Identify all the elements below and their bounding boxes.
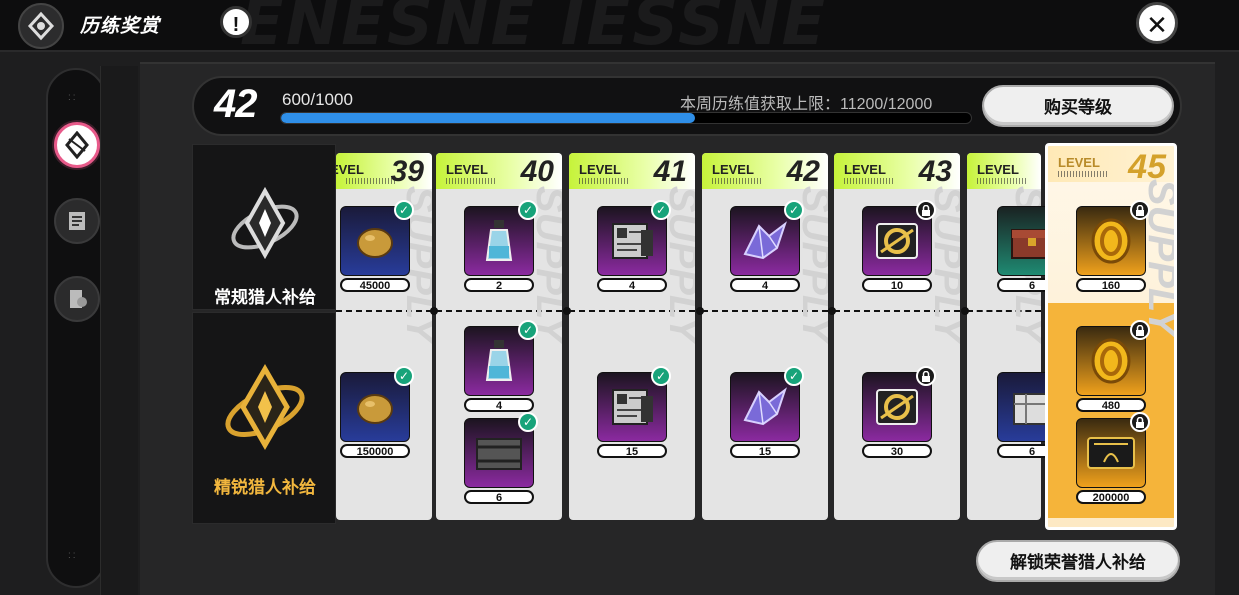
xp-progress-text: 600/1000 (282, 90, 353, 109)
elite-supply-emblem-icon (225, 364, 305, 450)
barcode-decoration (579, 178, 629, 184)
reward-quantity: 15 (597, 444, 667, 458)
barcode-decoration (712, 178, 762, 184)
level-word: LEVEL (336, 162, 364, 177)
reward-quantity: 10 (862, 278, 932, 292)
reward-quantity: 15 (730, 444, 800, 458)
xp-fill (281, 113, 695, 123)
exclamation-icon: ! (232, 14, 240, 36)
claimed-check-icon: ✓ (518, 412, 538, 432)
barcode-decoration (977, 178, 1027, 184)
barcode-decoration (446, 178, 496, 184)
buy-level-button[interactable]: 购买等级 (982, 85, 1174, 127)
level-word: LEVEL (712, 162, 754, 177)
xp-track (280, 112, 972, 124)
level-number: 41 (653, 155, 687, 188)
top-bar: ENESNE IESSNE (0, 0, 1239, 60)
column-separator-dot (563, 307, 571, 315)
barcode-decoration (1058, 171, 1108, 177)
lock-icon (1130, 200, 1150, 220)
close-button[interactable]: ✕ (1136, 2, 1178, 44)
nav-book[interactable] (54, 276, 100, 322)
column-separator-dot (430, 307, 438, 315)
page-title: 历练奖赏 (80, 16, 161, 37)
level-number: 40 (520, 155, 554, 188)
lock-icon (916, 200, 936, 220)
reward-quantity: 160 (1076, 278, 1146, 292)
rail-grip-top: :: (68, 92, 78, 103)
reward-quantity: 200000 (1076, 490, 1146, 504)
elite-row-header: 精锐猎人补给 (192, 312, 336, 524)
claimed-check-icon: ✓ (784, 366, 804, 386)
regular-row-header: 常规猎人补给 (192, 144, 336, 310)
side-strip (100, 66, 138, 595)
nav-pass-rewards[interactable] (54, 122, 100, 168)
game-logo-icon (18, 3, 64, 49)
level-number: 42 (786, 155, 820, 188)
weekly-cap-text: 本周历练值获取上限：11200/12000 (680, 96, 933, 113)
lock-icon (916, 366, 936, 386)
level-word: LEVEL (446, 162, 488, 177)
claimed-check-icon: ✓ (518, 200, 538, 220)
task-list-icon (69, 212, 85, 230)
reward-quantity: 150000 (340, 444, 410, 458)
background-watermark: ENESNE IESSNE (240, 0, 828, 60)
side-navigation: :: :: (46, 68, 106, 588)
reward-quantity: 2 (464, 278, 534, 292)
column-separator-dot (828, 307, 836, 315)
claimed-check-icon: ✓ (518, 320, 538, 340)
pass-emblem-icon (65, 131, 89, 159)
regular-row-label: 常规猎人补给 (214, 288, 316, 307)
info-button[interactable]: ! (220, 6, 252, 38)
unlock-elite-button[interactable]: 解锁荣誉猎人补给 (976, 540, 1180, 582)
nav-task-list[interactable] (54, 198, 100, 244)
column-separator-dot (961, 307, 969, 315)
reward-quantity: 480 (1076, 398, 1146, 412)
reward-quantity: 4 (730, 278, 800, 292)
claimed-check-icon: ✓ (651, 200, 671, 220)
reward-quantity: 4 (597, 278, 667, 292)
level-word: LEVEL (1058, 155, 1100, 170)
elite-row-label: 精锐猎人补给 (214, 478, 316, 497)
level-word: LEVEL (977, 162, 1019, 177)
lock-icon (1130, 412, 1150, 432)
barcode-decoration (844, 178, 894, 184)
level-word: LEVEL (844, 162, 886, 177)
claimed-check-icon: ✓ (784, 200, 804, 220)
claimed-check-icon: ✓ (394, 200, 414, 220)
reward-quantity: 45000 (340, 278, 410, 292)
regular-supply-emblem-icon (231, 186, 299, 260)
current-level: 42 (214, 82, 257, 126)
reward-quantity: 6 (464, 490, 534, 504)
level-number: 39 (390, 155, 424, 188)
level-word: LEVEL (579, 162, 621, 177)
level-number: 43 (918, 155, 952, 188)
claimed-check-icon: ✓ (394, 366, 414, 386)
reward-quantity: 4 (464, 398, 534, 412)
book-icon (70, 290, 87, 308)
column-separator-dot (696, 307, 704, 315)
barcode-decoration (346, 178, 396, 184)
rail-grip-bottom: :: (68, 550, 78, 561)
reward-quantity: 30 (862, 444, 932, 458)
close-icon: ✕ (1146, 10, 1168, 40)
lock-icon (1130, 320, 1150, 340)
claimed-check-icon: ✓ (651, 366, 671, 386)
